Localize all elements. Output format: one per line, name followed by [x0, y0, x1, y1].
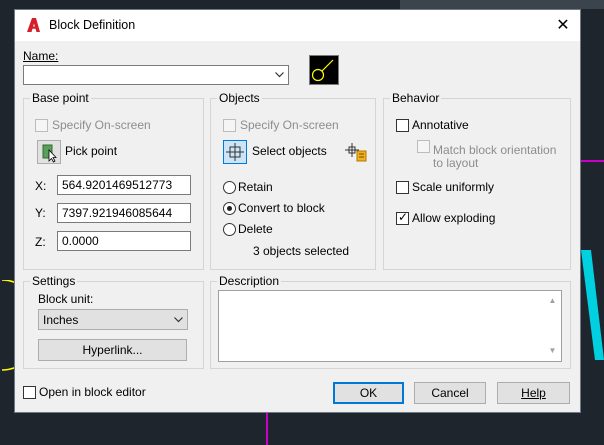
convert-to-block-radio[interactable]: [223, 202, 236, 215]
cancel-button-label: Cancel: [431, 386, 469, 400]
close-button[interactable]: ✕: [546, 10, 580, 41]
base-specify-checkbox[interactable]: [35, 119, 48, 132]
z-label: Z:: [35, 235, 46, 249]
annotative-checkbox[interactable]: [396, 119, 409, 132]
base-point-legend: Base point: [30, 91, 91, 105]
quick-select-icon: [345, 143, 367, 162]
x-label: X:: [35, 179, 47, 193]
y-coordinate-input[interactable]: 7397.921946085644: [57, 203, 191, 223]
autocad-logo-icon: [27, 18, 40, 32]
close-icon: ✕: [556, 17, 570, 34]
pick-point-button[interactable]: [37, 140, 61, 164]
scale-uniformly-checkbox[interactable]: [396, 181, 409, 194]
x-coordinate-input[interactable]: 564.9201469512773: [57, 175, 191, 195]
select-objects-label[interactable]: Select objects: [252, 144, 327, 158]
chevron-down-icon: [174, 317, 183, 323]
block-unit-value: Inches: [43, 313, 79, 327]
background-cyan-line: [581, 250, 604, 360]
select-objects-icon: [226, 143, 244, 161]
open-in-block-editor-label[interactable]: Open in block editor: [39, 385, 146, 399]
settings-legend: Settings: [30, 274, 78, 288]
chevron-down-icon: [275, 72, 284, 78]
allow-exploding-label[interactable]: Allow exploding: [412, 211, 495, 225]
ok-button[interactable]: OK: [333, 382, 404, 404]
checkmark-icon: ✓: [398, 210, 409, 224]
select-objects-button[interactable]: [223, 140, 247, 164]
match-orientation-label-line2: to layout: [433, 156, 479, 170]
name-label: Name:: [23, 49, 59, 63]
annotative-label[interactable]: Annotative: [412, 118, 469, 132]
title-bar: Block Definition ✕: [15, 10, 580, 41]
y-label: Y:: [35, 206, 46, 220]
retain-radio[interactable]: [223, 181, 236, 194]
block-definition-dialog: Block Definition ✕ Name: Base point Spec…: [14, 9, 581, 413]
match-orientation-checkbox[interactable]: [417, 140, 430, 153]
block-unit-label: Block unit:: [38, 292, 94, 306]
quick-select-button[interactable]: [344, 140, 368, 164]
cancel-button[interactable]: Cancel: [414, 382, 486, 404]
help-button[interactable]: Help: [497, 382, 570, 404]
objects-selected-count: 3 objects selected: [253, 244, 350, 258]
block-unit-select[interactable]: Inches: [38, 309, 188, 330]
delete-label[interactable]: Delete: [238, 222, 273, 236]
scroll-down-icon[interactable]: ▼: [547, 344, 558, 358]
description-textarea[interactable]: ▲ ▼: [218, 290, 562, 362]
delete-radio[interactable]: [223, 223, 236, 236]
allow-exploding-checkbox[interactable]: ✓: [396, 210, 409, 225]
pick-point-icon: [42, 144, 57, 163]
base-specify-label: Specify On-screen: [52, 118, 151, 132]
convert-to-block-label[interactable]: Convert to block: [238, 201, 325, 215]
description-legend: Description: [217, 274, 282, 288]
background-tab-strip: [400, 0, 604, 9]
hyperlink-button-label: Hyperlink...: [82, 343, 143, 357]
objects-legend: Objects: [217, 91, 262, 105]
background-yellow-arc: [1, 280, 14, 371]
block-preview: [309, 55, 339, 85]
behavior-legend: Behavior: [390, 91, 442, 105]
match-orientation-label-line1: Match block orientation: [433, 143, 557, 157]
open-in-block-editor-checkbox[interactable]: [23, 386, 36, 399]
objects-specify-label: Specify On-screen: [240, 118, 339, 132]
help-button-label: Help: [521, 386, 546, 400]
hyperlink-button[interactable]: Hyperlink...: [38, 339, 187, 361]
retain-label[interactable]: Retain: [238, 180, 273, 194]
z-coordinate-input[interactable]: 0.0000: [57, 231, 191, 251]
block-preview-icon: [311, 59, 334, 82]
scroll-up-icon[interactable]: ▲: [547, 294, 558, 308]
objects-specify-checkbox[interactable]: [223, 119, 236, 132]
scale-uniformly-label[interactable]: Scale uniformly: [412, 180, 494, 194]
ok-button-label: OK: [359, 386, 378, 400]
dialog-title: Block Definition: [49, 18, 136, 32]
pick-point-label[interactable]: Pick point: [65, 144, 117, 158]
name-combobox[interactable]: [23, 65, 289, 85]
background-magenta-line-bottom: [266, 413, 268, 445]
background-magenta-line-right: [581, 160, 604, 162]
